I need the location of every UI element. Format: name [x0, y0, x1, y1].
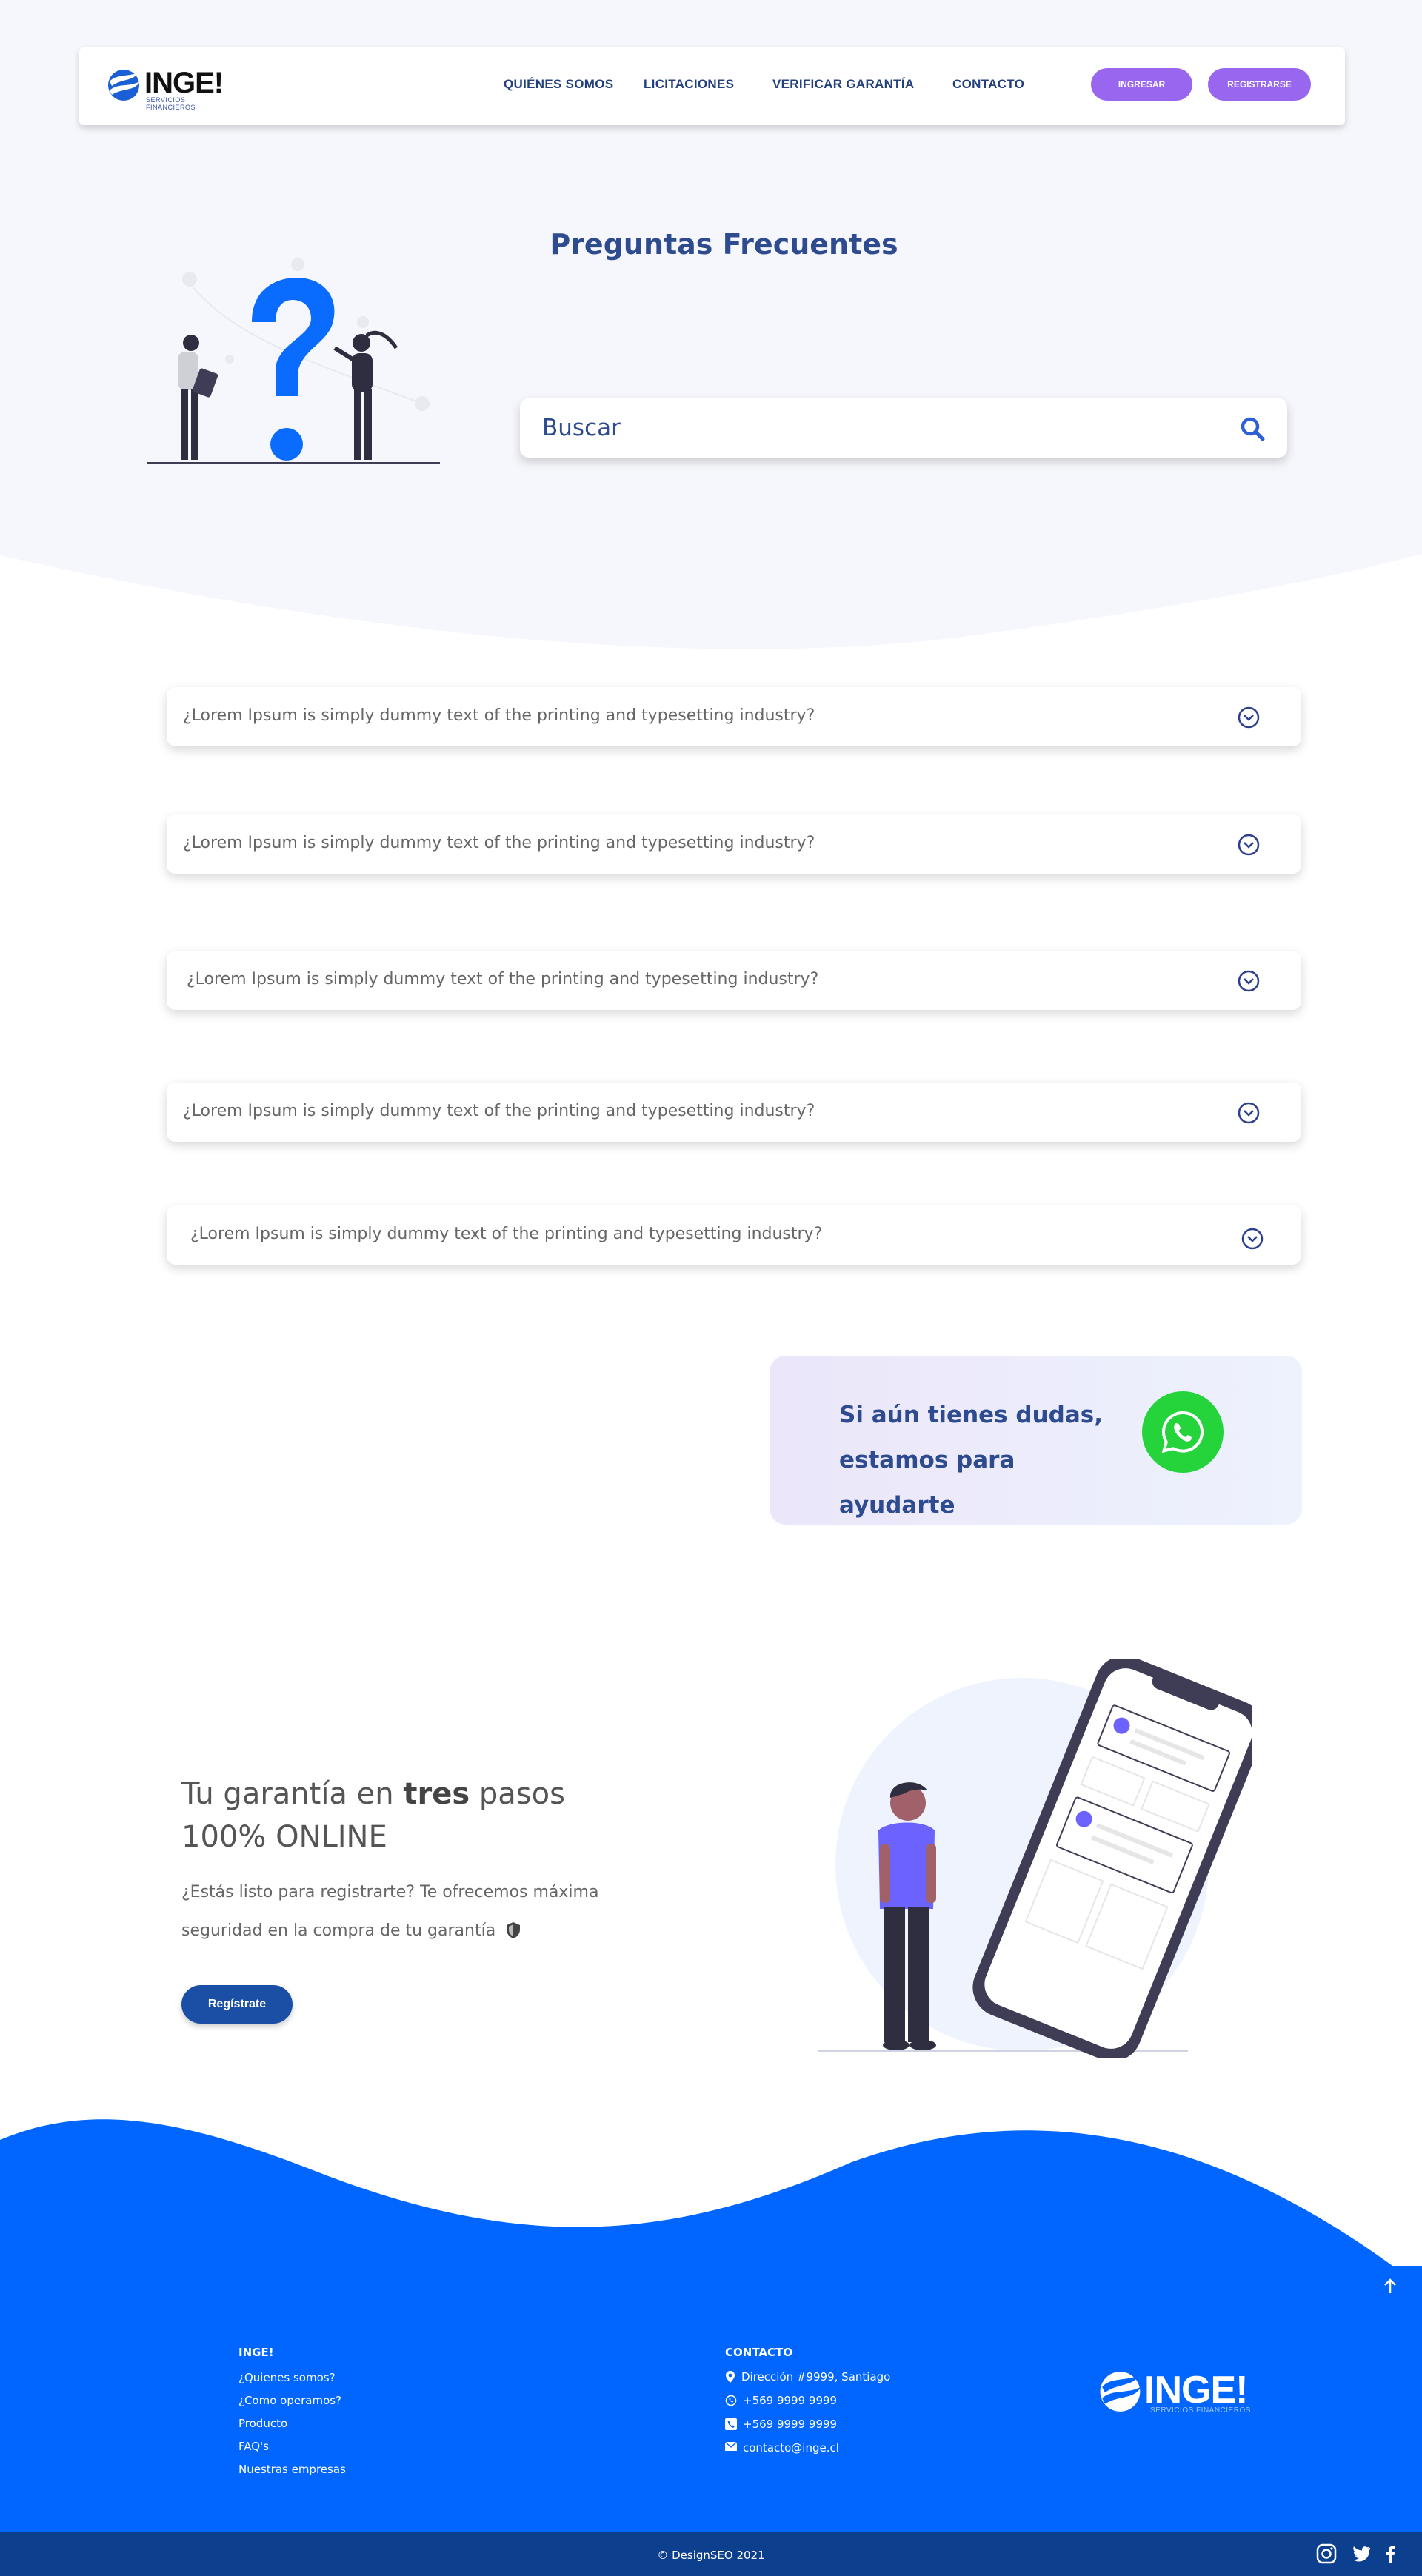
map-pin-icon — [726, 2371, 735, 2383]
search-icon[interactable] — [1238, 415, 1266, 443]
logo-wave-icon — [108, 70, 140, 101]
facebook-icon[interactable] — [1379, 2543, 1401, 2565]
nav-verificar-garantia[interactable]: VERIFICAR GARANTÍA — [772, 77, 914, 92]
faq-item[interactable]: ¿Lorem Ipsum is simply dummy text of the… — [167, 1083, 1301, 1142]
faq-item[interactable]: ¿Lorem Ipsum is simply dummy text of the… — [167, 814, 1301, 874]
footer-contact: CONTACTO Dirección #9999, Santiago +569 … — [725, 2346, 890, 2464]
register-cta-button[interactable]: Regístrate — [181, 1985, 293, 2024]
search-bar — [520, 398, 1287, 458]
faq-question: ¿Lorem Ipsum is simply dummy text of the… — [187, 970, 819, 988]
chevron-down-icon[interactable] — [1237, 1101, 1261, 1125]
search-input[interactable] — [542, 409, 1209, 447]
faq-question: ¿Lorem Ipsum is simply dummy text of the… — [183, 834, 815, 852]
instagram-icon[interactable] — [1315, 2543, 1338, 2565]
footer-link-producto[interactable]: Producto — [238, 2415, 346, 2438]
shield-icon — [507, 1922, 521, 1938]
logo-wave-icon — [1100, 2372, 1141, 2412]
copyright: © DesignSEO 2021 — [657, 2549, 765, 2562]
footer-link-faqs[interactable]: FAQ's — [238, 2438, 346, 2461]
chevron-down-icon[interactable] — [1237, 833, 1261, 857]
phone-icon — [725, 2418, 737, 2430]
promo-text: ¿Estás listo para registrarte? Te ofrece… — [181, 1883, 599, 1940]
site-header: INGE! SERVICIOS FINANCIEROS QUIÉNES SOMO… — [79, 47, 1345, 125]
logo-subtitle: SERVICIOS FINANCIEROS — [146, 96, 196, 111]
footer-link-quienes[interactable]: ¿Quienes somos? — [238, 2369, 346, 2392]
faq-item[interactable]: ¿Lorem Ipsum is simply dummy text of the… — [167, 687, 1301, 746]
arrow-up-icon[interactable] — [1381, 2277, 1400, 2296]
chevron-down-icon[interactable] — [1237, 969, 1261, 993]
nav-quienes-somos[interactable]: QUIÉNES SOMOS — [504, 77, 613, 92]
footer-links: INGE! ¿Quienes somos? ¿Como operamos? Pr… — [238, 2346, 346, 2484]
help-text: Si aún tienes dudas, estamos para ayudar… — [839, 1402, 1104, 1519]
footer-link-como[interactable]: ¿Como operamos? — [238, 2392, 346, 2415]
footer-logo-subtitle: SERVICIOS FINANCIEROS — [1150, 2406, 1251, 2415]
footer-whatsapp[interactable]: +569 9999 9999 — [725, 2393, 890, 2417]
logo[interactable]: INGE! SERVICIOS FINANCIEROS — [107, 67, 233, 111]
promo-title: Tu garantía en tres pasos 100% ONLINE — [181, 1777, 565, 1854]
whatsapp-icon — [1161, 1411, 1204, 1453]
hero-wave — [0, 554, 1422, 681]
register-button[interactable]: REGISTRARSE — [1208, 68, 1311, 101]
footer-contact-title: CONTACTO — [725, 2346, 792, 2359]
twitter-icon[interactable] — [1349, 2543, 1372, 2565]
footer-email[interactable]: contacto@inge.cl — [725, 2440, 890, 2464]
nav-licitaciones[interactable]: LICITACIONES — [644, 77, 734, 92]
question-illustration — [147, 258, 440, 464]
footer-logo-text: INGE! — [1144, 2369, 1248, 2412]
login-button[interactable]: INGRESAR — [1091, 68, 1192, 101]
mail-icon — [725, 2442, 737, 2451]
faq-item[interactable]: ¿Lorem Ipsum is simply dummy text of the… — [167, 1205, 1301, 1265]
whatsapp-icon — [725, 2395, 737, 2406]
footer-phone[interactable]: +569 9999 9999 — [725, 2417, 890, 2440]
footer-address: Dirección #9999, Santiago — [725, 2369, 890, 2393]
faq-question: ¿Lorem Ipsum is simply dummy text of the… — [183, 1102, 815, 1120]
footer-brand-title: INGE! — [238, 2346, 274, 2359]
footer-logo: INGE! SERVICIOS FINANCIEROS — [1098, 2368, 1269, 2420]
chevron-down-icon[interactable] — [1241, 1227, 1264, 1251]
phone-illustration — [818, 1659, 1252, 2058]
faq-question: ¿Lorem Ipsum is simply dummy text of the… — [190, 1225, 823, 1243]
faq-item[interactable]: ¿Lorem Ipsum is simply dummy text of the… — [167, 951, 1301, 1010]
help-box: Si aún tienes dudas, estamos para ayudar… — [770, 1356, 1302, 1525]
chevron-down-icon[interactable] — [1237, 706, 1261, 729]
faq-question: ¿Lorem Ipsum is simply dummy text of the… — [183, 706, 815, 725]
footer-link-empresas[interactable]: Nuestras empresas — [238, 2461, 346, 2484]
nav-contacto[interactable]: CONTACTO — [952, 77, 1024, 92]
whatsapp-button[interactable] — [1142, 1391, 1224, 1473]
logo-text: INGE! — [144, 67, 224, 99]
